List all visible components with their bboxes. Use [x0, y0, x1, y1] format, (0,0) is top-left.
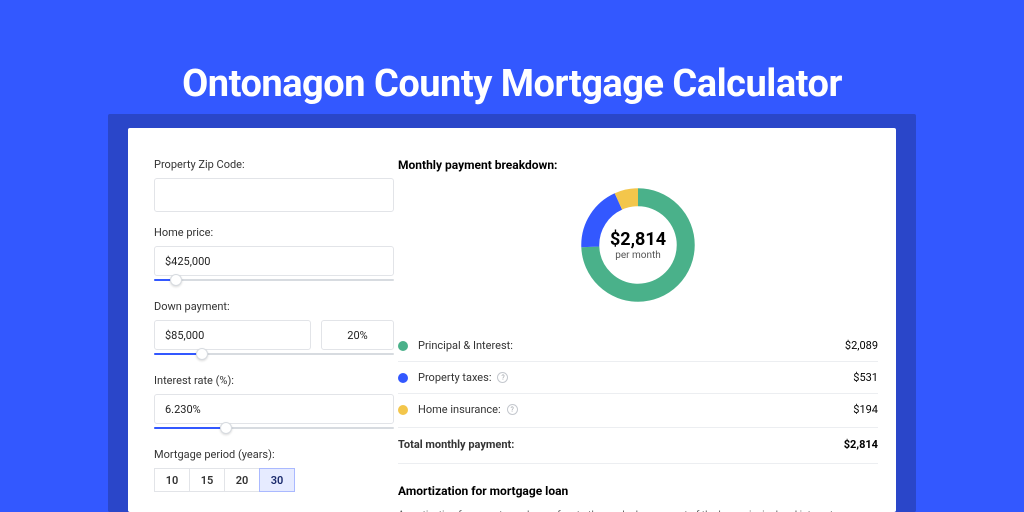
price-label: Home price:: [154, 226, 386, 239]
page-title: Ontonagon County Mortgage Calculator: [0, 62, 1024, 106]
donut-total: $2,814: [610, 229, 666, 250]
down-label: Down payment:: [154, 300, 386, 313]
donut-center: $2,814 per month: [575, 182, 701, 308]
total-value: $2,814: [844, 438, 878, 451]
price-input[interactable]: $425,000: [154, 246, 394, 276]
rate-label: Interest rate (%):: [154, 374, 386, 387]
zip-field: Property Zip Code:: [154, 158, 386, 212]
info-icon[interactable]: ?: [497, 372, 508, 383]
zip-label: Property Zip Code:: [154, 158, 386, 171]
slider-thumb[interactable]: [220, 422, 232, 434]
slider-fill: [154, 427, 226, 429]
slider-thumb[interactable]: [196, 348, 208, 360]
legend-value: $531: [853, 371, 878, 384]
total-row: Total monthly payment: $2,814: [398, 427, 878, 464]
legend-row: Property taxes:? $531: [398, 362, 878, 394]
legend-dot-yellow: [398, 405, 408, 415]
period-option-20[interactable]: 20: [224, 468, 260, 492]
period-option-15[interactable]: 15: [189, 468, 225, 492]
legend-value: $2,089: [845, 339, 878, 352]
amortization-text: Amortization for a mortgage loan refers …: [398, 508, 878, 512]
legend-label: Property taxes:: [418, 371, 491, 384]
amortization-header: Amortization for mortgage loan: [398, 484, 878, 498]
legend-label: Home insurance:: [418, 403, 501, 416]
donut-per-month: per month: [615, 250, 661, 261]
price-slider[interactable]: [154, 274, 394, 286]
period-field: Mortgage period (years): 10152030: [154, 448, 386, 492]
legend: Principal & Interest: $2,089 Property taxe…: [398, 330, 878, 425]
rate-slider[interactable]: [154, 422, 394, 434]
legend-dot-blue: [398, 373, 408, 383]
rate-field: Interest rate (%): 6.230%: [154, 374, 386, 434]
slider-track: [154, 279, 394, 281]
legend-row: Principal & Interest: $2,089: [398, 330, 878, 362]
period-option-10[interactable]: 10: [154, 468, 190, 492]
period-options: 10152030: [154, 468, 386, 492]
breakdown-header: Monthly payment breakdown:: [398, 158, 878, 172]
legend-value: $194: [853, 403, 878, 416]
down-percent-input[interactable]: 20%: [321, 320, 394, 350]
period-option-30[interactable]: 30: [259, 468, 295, 492]
breakdown-column: Monthly payment breakdown: $2,814 per mo…: [386, 128, 896, 512]
donut-chart: $2,814 per month: [575, 182, 701, 308]
down-slider[interactable]: [154, 348, 394, 360]
down-amount-input[interactable]: $85,000: [154, 320, 311, 350]
slider-fill: [154, 353, 202, 355]
down-field: Down payment: $85,000 20%: [154, 300, 386, 360]
legend-row: Home insurance:? $194: [398, 394, 878, 425]
info-icon[interactable]: ?: [507, 404, 518, 415]
legend-label: Principal & Interest:: [418, 339, 513, 352]
total-label: Total monthly payment:: [398, 438, 514, 451]
legend-dot-green: [398, 341, 408, 351]
calculator-card: Property Zip Code: Home price: $425,000 …: [128, 128, 896, 512]
donut-chart-wrap: $2,814 per month: [398, 182, 878, 308]
price-field: Home price: $425,000: [154, 226, 386, 286]
slider-thumb[interactable]: [170, 274, 182, 286]
zip-input[interactable]: [154, 178, 394, 212]
input-column: Property Zip Code: Home price: $425,000 …: [128, 128, 386, 512]
period-label: Mortgage period (years):: [154, 448, 386, 461]
rate-input[interactable]: 6.230%: [154, 394, 394, 424]
